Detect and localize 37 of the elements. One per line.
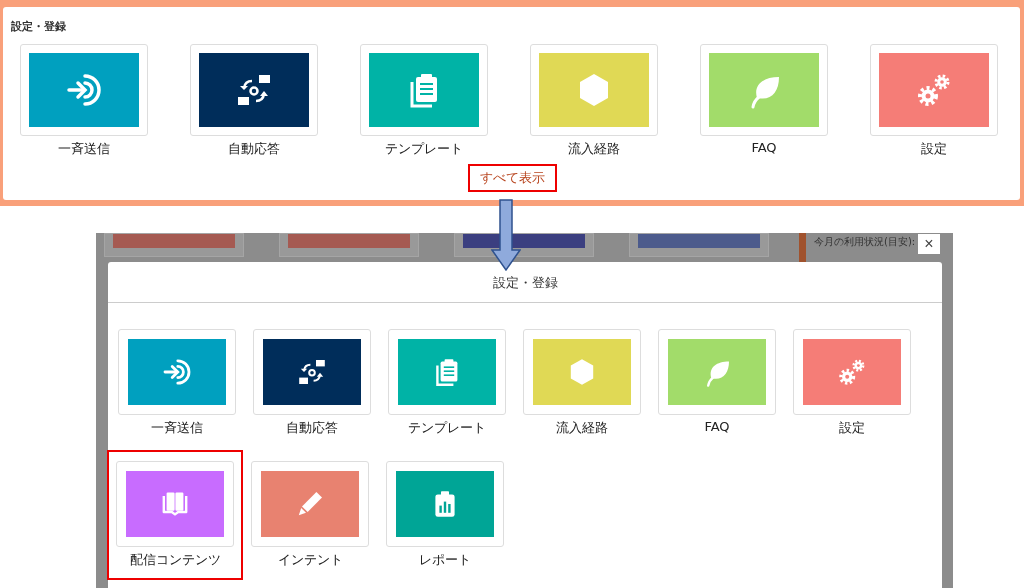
tile-label: 流入経路 (556, 419, 608, 437)
menu-tile[interactable] (360, 44, 488, 136)
menu-tile[interactable] (530, 44, 658, 136)
modal-title: 設定・登録 (108, 262, 942, 303)
menu-tile[interactable] (386, 461, 504, 547)
menu-tile[interactable] (388, 329, 506, 415)
usage-label: 今月の利用状況(目安): (814, 235, 916, 249)
tile-label: 自動応答 (286, 419, 338, 437)
tile-label: 流入経路 (568, 140, 620, 158)
menu-tile[interactable] (253, 329, 371, 415)
menu-tile[interactable] (700, 44, 828, 136)
tile-label: 一斉送信 (151, 419, 203, 437)
background-strip (799, 233, 806, 263)
tile-label: FAQ (704, 419, 730, 434)
tile-label: FAQ (751, 140, 777, 155)
menu-tile[interactable] (523, 329, 641, 415)
tile-label: 一斉送信 (58, 140, 110, 158)
menu-tile[interactable] (190, 44, 318, 136)
close-button[interactable]: × (918, 234, 940, 254)
tile-label: 設定 (921, 140, 947, 158)
tile-label: 配信コンテンツ (129, 551, 221, 569)
tile-label: 自動応答 (228, 140, 280, 158)
menu-tile[interactable] (20, 44, 148, 136)
menu-tile[interactable] (116, 461, 234, 547)
down-arrow (491, 199, 521, 271)
tile-label: レポート (419, 551, 471, 569)
tile-label: インテント (277, 551, 343, 569)
menu-tile[interactable] (793, 329, 911, 415)
menu-tile[interactable] (251, 461, 369, 547)
show-all-link[interactable]: すべて表示 (468, 164, 557, 192)
menu-tile[interactable] (658, 329, 776, 415)
menu-tile[interactable] (118, 329, 236, 415)
tile-label: テンプレート (408, 419, 486, 437)
section-title: 設定・登録 (11, 19, 67, 34)
tile-label: 設定 (839, 419, 865, 437)
tile-label: テンプレート (385, 140, 463, 158)
menu-tile[interactable] (870, 44, 998, 136)
